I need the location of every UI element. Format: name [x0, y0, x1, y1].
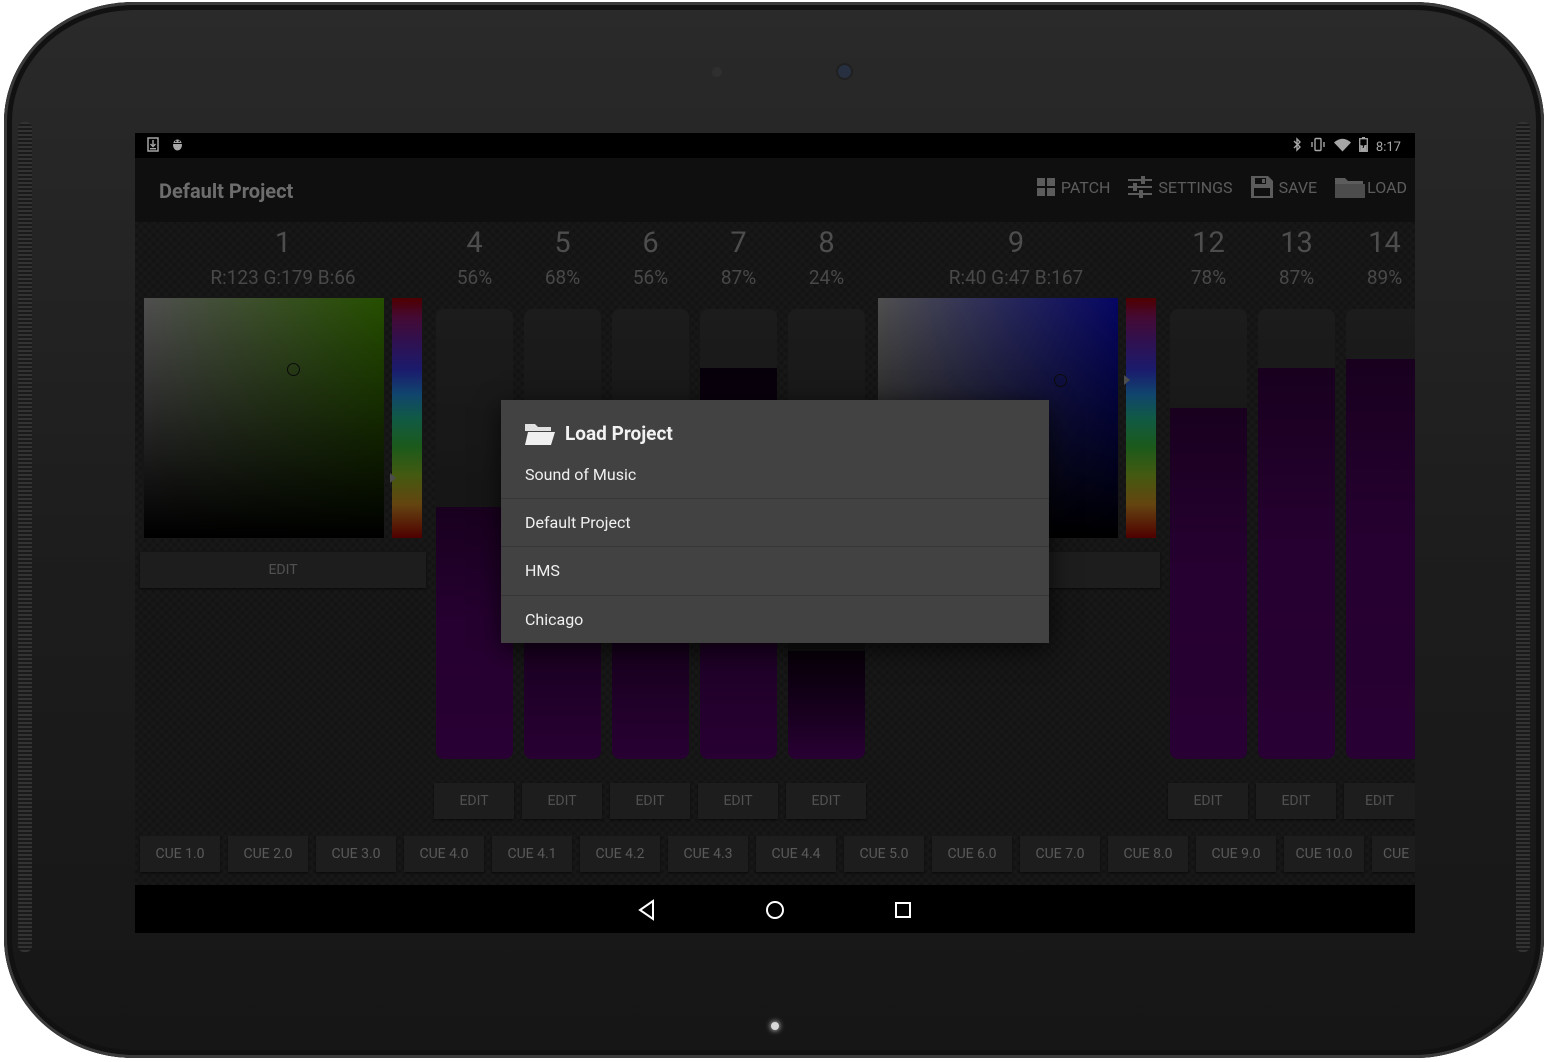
notification-led	[771, 1022, 779, 1030]
front-camera	[838, 65, 851, 78]
light-sensor	[712, 67, 722, 77]
back-icon[interactable]	[634, 897, 660, 923]
dialog-header: Load Project	[525, 422, 673, 445]
left-speaker-grille	[18, 122, 32, 952]
navigation-bar	[135, 885, 1415, 933]
dialog-title: Load Project	[565, 422, 673, 445]
project-item[interactable]: Default Project	[501, 498, 1049, 546]
project-item[interactable]: Chicago	[501, 595, 1049, 643]
project-item[interactable]: HMS	[501, 546, 1049, 594]
recents-icon[interactable]	[890, 897, 916, 923]
load-project-dialog: Load Project Sound of Music Default Proj…	[501, 400, 1049, 643]
right-speaker-grille	[1516, 122, 1530, 952]
screen: 8:17 Default Project PATCH SETTINGS SAVE…	[135, 133, 1415, 933]
home-icon[interactable]	[762, 897, 788, 923]
project-item[interactable]: Sound of Music	[501, 450, 1049, 498]
folder-open-icon	[525, 423, 555, 445]
